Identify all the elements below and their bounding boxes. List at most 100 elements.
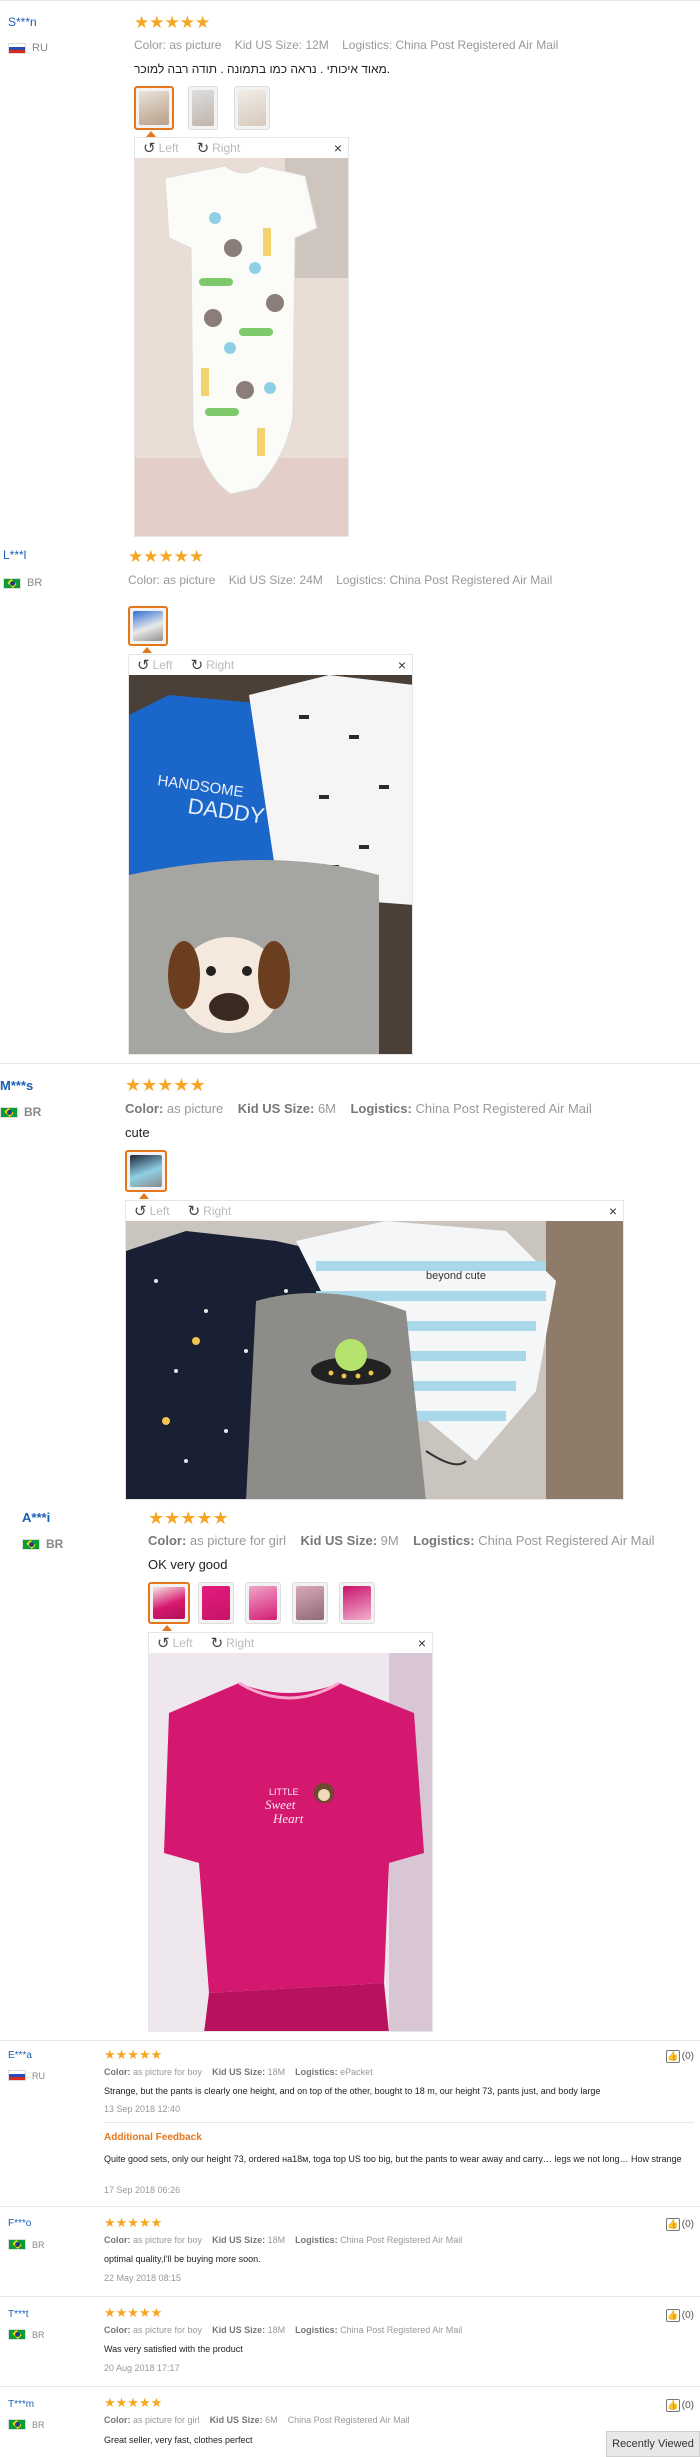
review-text: Great seller, very fast, clothes perfect: [104, 2435, 253, 2445]
baby-clothes-set-photo: HANDSOME DADDY: [129, 675, 412, 1054]
color-label: Color:: [104, 2325, 131, 2335]
helpful-button[interactable]: 👍 (0): [665, 2399, 694, 2412]
reviewer-name[interactable]: T***t: [8, 2309, 29, 2320]
review-meta: Color: as picture Kid US Size: 24M Logis…: [128, 573, 552, 587]
close-icon[interactable]: ×: [398, 657, 406, 673]
divider: [0, 1063, 700, 1064]
rotate-left-icon: ↺: [143, 139, 156, 157]
pink-bodysuit-photo: LITTLE Sweet Heart: [149, 1653, 432, 2031]
reviewer-name[interactable]: M***s: [0, 1078, 33, 1093]
brazil-flag-icon: [3, 577, 21, 589]
rating-stars: ★★★★★: [104, 2047, 163, 2062]
recently-viewed-button[interactable]: Recently Viewed: [606, 2431, 700, 2457]
reviewer-country: BR: [0, 1105, 41, 1119]
rating-stars: ★★★★★: [134, 13, 211, 32]
russia-flag-icon: [8, 2070, 26, 2081]
selected-thumbnail-caret: [142, 647, 152, 653]
review-photo-thumbnail[interactable]: [198, 1582, 234, 1624]
review-photo-thumbnail[interactable]: [125, 1150, 167, 1192]
reviewer-name[interactable]: S***n: [8, 15, 37, 29]
reviewer-name[interactable]: E***a: [8, 2050, 32, 2061]
viewer-toolbar: ↺ Left ↻ Right ×: [129, 655, 412, 675]
logistics-label: Logistics:: [336, 573, 387, 587]
review-photo-thumbnail[interactable]: [245, 1582, 281, 1624]
viewer-toolbar: ↺ Left ↻ Right ×: [149, 1633, 432, 1653]
size-value: 6M: [317, 1101, 336, 1116]
reviewer-country: RU: [8, 42, 48, 54]
helpful-button[interactable]: 👍 (0): [665, 2309, 694, 2322]
rotate-right-button[interactable]: ↻ Right: [211, 1636, 255, 1651]
color-label: Color:: [125, 1101, 164, 1116]
helpful-count: (0): [681, 2400, 694, 2411]
photo-print-text: Heart: [272, 1811, 304, 1826]
color-value: as picture for boy: [133, 2325, 203, 2335]
brazil-flag-icon: [8, 2329, 26, 2340]
size-value: 9M: [380, 1533, 399, 1548]
reviewer-name[interactable]: L***l: [3, 548, 26, 562]
helpful-count: (0): [681, 2051, 694, 2062]
review-photo: LITTLE Sweet Heart: [149, 1653, 432, 2031]
color-label: Color:: [148, 1533, 187, 1548]
rotate-left-button[interactable]: ↺ Left: [134, 1204, 170, 1219]
rotate-right-button[interactable]: ↻ Right: [197, 141, 241, 156]
logistics-value: China Post Registered Air Mail: [340, 2325, 463, 2335]
rotate-left-icon: ↺: [157, 1634, 170, 1652]
review-photo-thumbnail[interactable]: [188, 86, 218, 130]
review-date: 13 Sep 2018 12:40: [104, 2104, 181, 2114]
review-photo-thumbnail[interactable]: [339, 1582, 375, 1624]
size-label: Kid US Size:: [300, 1533, 378, 1548]
thumb-up-icon: 👍: [665, 2399, 680, 2412]
review-photo-thumbnail[interactable]: [234, 86, 270, 130]
brazil-flag-icon: [8, 2239, 26, 2250]
review-meta: Color: as picture for girl Kid US Size: …: [104, 2415, 410, 2425]
selected-thumbnail-caret: [139, 1193, 149, 1199]
close-icon[interactable]: ×: [609, 1203, 617, 1219]
rotate-left-button[interactable]: ↺ Left: [157, 1636, 193, 1651]
reviewer-name[interactable]: T***m: [8, 2399, 34, 2410]
country-code: BR: [24, 1105, 42, 1119]
review-text: OK very good: [148, 1557, 228, 1572]
review-text: optimal quality,I'll be buying more soon…: [104, 2254, 261, 2264]
review-date: 22 May 2018 08:15: [104, 2273, 182, 2283]
size-value: 6M: [265, 2415, 278, 2425]
logistics-label: Logistics:: [342, 38, 393, 52]
additional-feedback-text: Quite good sets, only our height 73, ord…: [104, 2154, 682, 2164]
divider: [104, 2122, 694, 2123]
logistics-value: China Post Registered Air Mail: [287, 2415, 410, 2425]
close-icon[interactable]: ×: [418, 1635, 426, 1651]
review-meta: Color: as picture for boy Kid US Size: 1…: [104, 2067, 373, 2077]
country-code: BR: [32, 2239, 45, 2250]
review-photo-thumbnail[interactable]: [128, 606, 168, 646]
photo-print-text: LITTLE: [269, 1787, 299, 1797]
size-value: 24M: [299, 573, 323, 587]
rotate-right-button[interactable]: ↻ Right: [188, 1204, 232, 1219]
size-label: Kid US Size:: [228, 573, 297, 587]
helpful-button[interactable]: 👍 (0): [665, 2050, 694, 2063]
review-photo-thumbnail[interactable]: [292, 1582, 328, 1624]
photo-viewer: ↺ Left ↻ Right × beyond cute: [125, 1200, 624, 1500]
color-value: as picture for boy: [133, 2067, 203, 2077]
size-label: Kid US Size:: [209, 2415, 263, 2425]
color-label: Color:: [104, 2415, 131, 2425]
rotate-right-button[interactable]: ↻ Right: [191, 658, 235, 673]
rating-stars: ★★★★★: [104, 2395, 163, 2410]
size-label: Kid US Size:: [212, 2235, 266, 2245]
additional-feedback-label: Additional Feedback: [104, 2132, 202, 2143]
helpful-button[interactable]: 👍 (0): [665, 2218, 694, 2231]
logistics-value: China Post Registered Air Mail: [478, 1533, 655, 1548]
rating-stars: ★★★★★: [104, 2305, 163, 2320]
reviewer-name[interactable]: F***o: [8, 2218, 31, 2229]
reviewer-name[interactable]: A***i: [22, 1510, 50, 1525]
rotate-left-button[interactable]: ↺ Left: [143, 141, 179, 156]
thumb-up-icon: 👍: [665, 2309, 680, 2322]
review-photo-thumbnail[interactable]: [134, 86, 174, 130]
review-photo: HANDSOME DADDY: [129, 675, 412, 1054]
reviewer-country: BR: [3, 577, 42, 589]
rotate-left-button[interactable]: ↺ Left: [137, 658, 173, 673]
logistics-label: Logistics:: [295, 2235, 338, 2245]
review-date: 20 Aug 2018 17:17: [104, 2363, 180, 2373]
photo-viewer: ↺ Left ↻ Right ×: [134, 137, 349, 537]
logistics-value: China Post Registered Air Mail: [395, 38, 559, 52]
review-photo-thumbnail[interactable]: [148, 1582, 190, 1624]
close-icon[interactable]: ×: [334, 140, 342, 156]
